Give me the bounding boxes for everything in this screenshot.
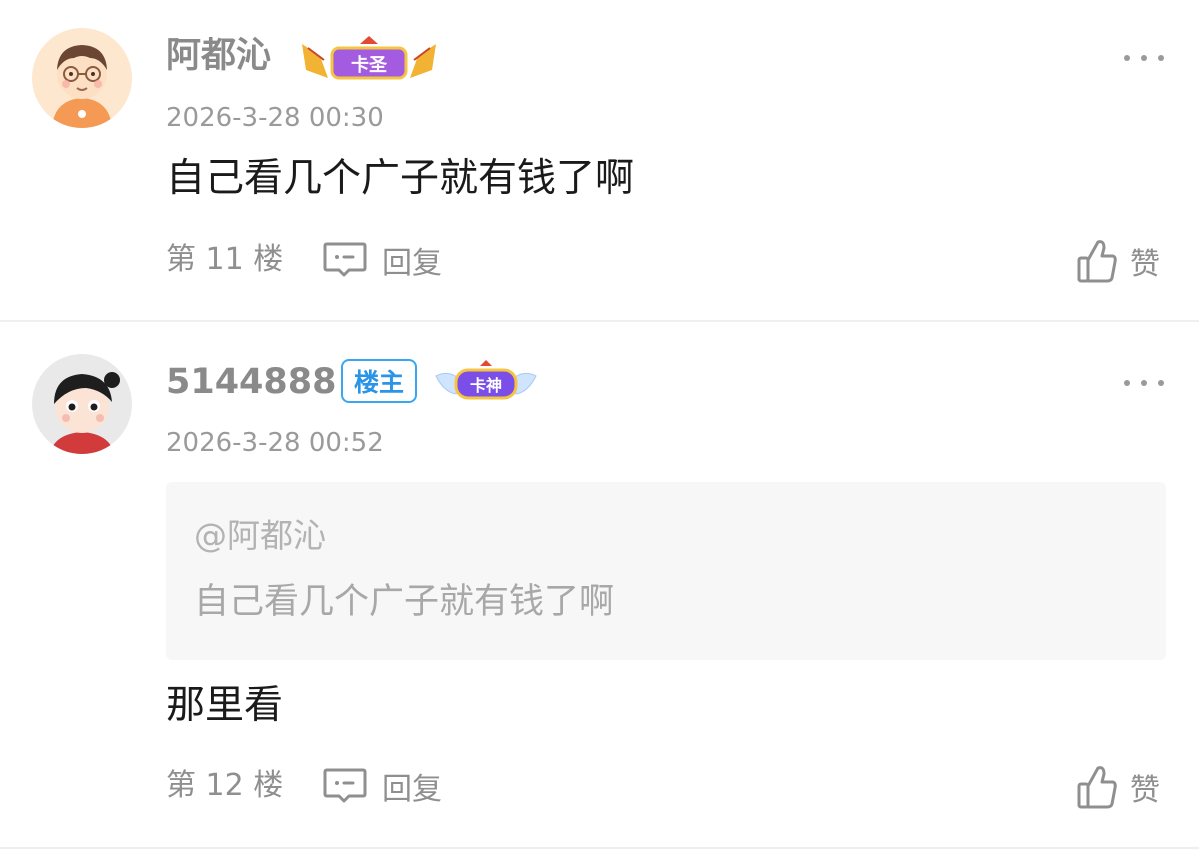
post-divider bbox=[0, 847, 1199, 849]
dot-icon bbox=[1141, 380, 1147, 386]
user-avatar[interactable] bbox=[32, 28, 132, 128]
like-label: 赞 bbox=[1130, 773, 1160, 808]
post-timestamp: 2026-3-28 00:52 bbox=[166, 428, 384, 458]
comment-post: 阿都沁 卡圣 2026-3-28 00:30 自己看几个广子就有钱了啊 第 11… bbox=[0, 0, 1199, 320]
badge-text: 卡神 bbox=[470, 376, 502, 395]
like-label: 赞 bbox=[1130, 247, 1160, 282]
post-timestamp: 2026-3-28 00:30 bbox=[166, 103, 384, 133]
like-button[interactable]: 赞 bbox=[1076, 762, 1160, 812]
dot-icon bbox=[1158, 55, 1164, 61]
level-badge: 卡圣 bbox=[298, 34, 440, 88]
crown-badge-icon: 卡圣 bbox=[302, 36, 436, 80]
cartoon-girl-avatar-icon bbox=[32, 354, 132, 454]
thumbs-up-icon bbox=[1077, 766, 1117, 809]
comment-bubble-icon bbox=[323, 768, 367, 803]
dot-icon bbox=[1124, 380, 1130, 386]
comment-bubble-icon bbox=[323, 242, 367, 277]
quoted-username: @阿都沁 bbox=[194, 516, 326, 555]
dot-icon bbox=[1141, 55, 1147, 61]
reply-button[interactable]: 回复 bbox=[322, 764, 442, 808]
thread-owner-badge: 楼主 bbox=[341, 359, 417, 403]
comment-content: 自己看几个广子就有钱了啊 bbox=[166, 156, 635, 201]
thumbs-up-icon bbox=[1077, 240, 1117, 283]
cartoon-boy-glasses-avatar-icon bbox=[32, 28, 132, 128]
winged-badge-icon: 卡神 bbox=[435, 360, 537, 400]
more-options-button[interactable] bbox=[1124, 373, 1164, 393]
dot-icon bbox=[1158, 380, 1164, 386]
reply-button[interactable]: 回复 bbox=[322, 238, 442, 282]
dot-icon bbox=[1124, 55, 1130, 61]
quoted-text: 自己看几个广子就有钱了啊 bbox=[194, 582, 615, 622]
floor-number: 第 11 楼 bbox=[166, 242, 284, 277]
reply-label: 回复 bbox=[382, 772, 442, 807]
username[interactable]: 5144888 bbox=[166, 362, 336, 402]
floor-number: 第 12 楼 bbox=[166, 768, 284, 803]
badge-text: 卡圣 bbox=[351, 54, 388, 76]
quoted-reply[interactable]: @阿都沁 自己看几个广子就有钱了啊 bbox=[166, 482, 1166, 660]
comment-content: 那里看 bbox=[166, 683, 284, 728]
username[interactable]: 阿都沁 bbox=[166, 36, 271, 76]
user-avatar[interactable] bbox=[32, 354, 132, 454]
level-badge: 卡神 bbox=[434, 358, 538, 410]
reply-label: 回复 bbox=[382, 246, 442, 281]
more-options-button[interactable] bbox=[1124, 48, 1164, 68]
like-button[interactable]: 赞 bbox=[1076, 236, 1160, 286]
